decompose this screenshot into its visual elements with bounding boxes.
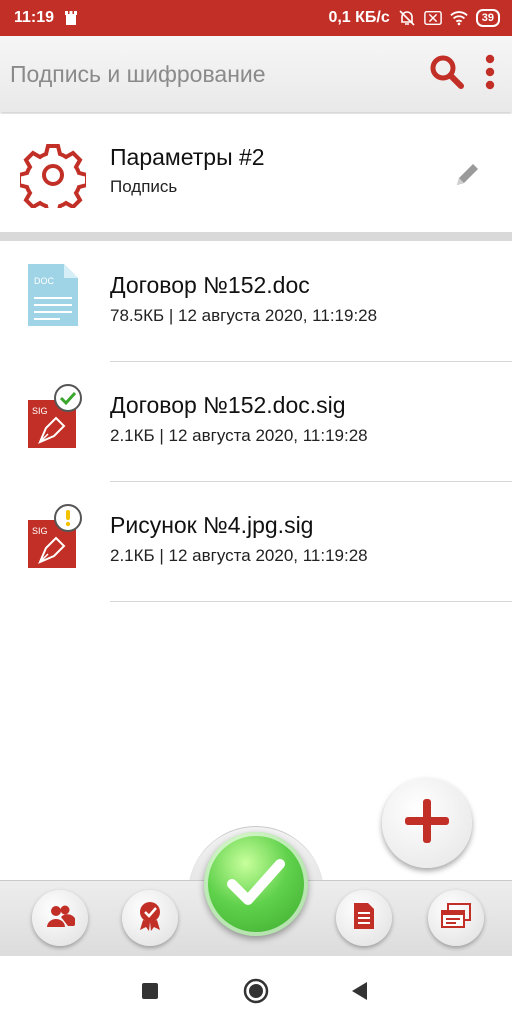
sig-file-warning-icon: SIG [26, 502, 82, 568]
file-row[interactable]: DOC Договор №152.doc 78.5КБ | 12 августа… [0, 242, 512, 362]
page-title: Подпись и шифрование [10, 60, 266, 87]
documents-button[interactable] [336, 890, 392, 946]
file-name: Договор №152.doc [110, 272, 310, 298]
svg-text:SIG: SIG [32, 526, 48, 536]
battery-indicator: 39 [475, 9, 500, 27]
parameters-name: Параметры #2 [110, 144, 265, 170]
svg-text:SIG: SIG [32, 406, 48, 416]
status-time: 11:19 [14, 9, 55, 26]
file-name: Договор №152.doc.sig [110, 392, 346, 418]
doc-file-icon: DOC [26, 262, 80, 328]
sim-off-icon [423, 9, 442, 27]
home-icon[interactable] [243, 978, 269, 1009]
plus-icon [402, 796, 452, 851]
wifi-icon [450, 9, 468, 27]
more-vertical-icon[interactable] [484, 53, 496, 96]
section-divider [0, 232, 512, 241]
back-icon[interactable] [350, 981, 368, 1006]
file-name: Рисунок №4.jpg.sig [110, 512, 314, 538]
contacts-icon [45, 903, 76, 934]
status-bar: 11:19 0,1 КБ/с 39 [0, 0, 512, 36]
file-row[interactable]: SIG Рисунок №4.jpg.sig 2.1КБ | 12 август… [0, 482, 512, 602]
parameters-card[interactable]: Параметры #2 Подпись [0, 114, 512, 234]
svg-text:DOC: DOC [34, 276, 55, 286]
sign-button[interactable] [204, 832, 308, 936]
row-divider [110, 601, 512, 602]
add-button[interactable] [382, 778, 472, 868]
windows-icon [440, 902, 472, 935]
certificate-icon [136, 900, 164, 937]
search-icon[interactable] [428, 53, 466, 96]
system-nav-bar [0, 956, 512, 1024]
parameters-subtitle: Подпись [110, 177, 178, 196]
file-meta: 2.1КБ | 12 августа 2020, 11:19:28 [110, 546, 368, 565]
contacts-button[interactable] [32, 890, 88, 946]
document-icon [352, 901, 376, 936]
gear-icon [17, 142, 89, 216]
check-icon [227, 858, 285, 911]
certificate-button[interactable] [122, 890, 178, 946]
windows-button[interactable] [428, 890, 484, 946]
recents-icon[interactable] [141, 982, 159, 1005]
pencil-icon[interactable] [452, 160, 482, 195]
tower-icon [62, 9, 80, 27]
app-toolbar: Подпись и шифрование [0, 36, 512, 112]
file-row[interactable]: SIG Договор №152.doc.sig 2.1КБ | 12 авгу… [0, 362, 512, 482]
bell-off-icon [398, 9, 416, 27]
file-meta: 2.1КБ | 12 августа 2020, 11:19:28 [110, 426, 368, 445]
file-meta: 78.5КБ | 12 августа 2020, 11:19:28 [110, 306, 378, 325]
network-speed: 0,1 КБ/с [328, 9, 390, 26]
sig-file-valid-icon: SIG [26, 382, 82, 448]
